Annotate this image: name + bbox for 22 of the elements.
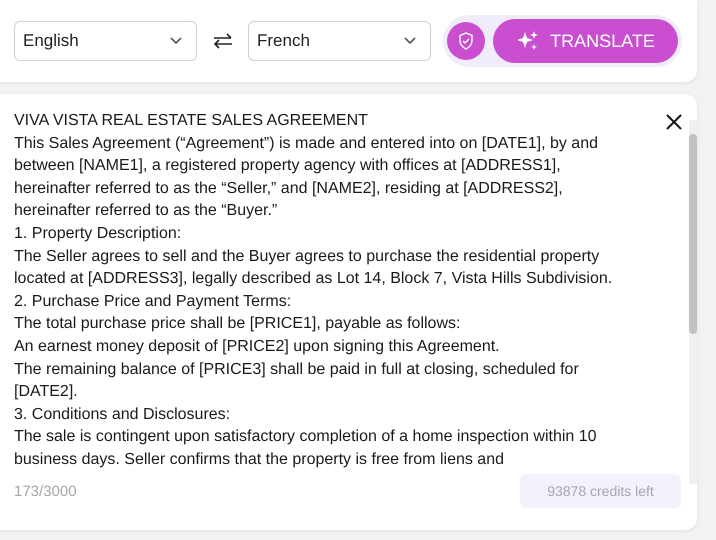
paragraph: This Sales Agreement (“Agreement”) is made and entered into on [DATE1], by and between [NAME1], a registered property agency with offices at [ADDRESS1], hereinafter referred to as the “Seller,” and [NAME2], residing at [ADDRESS2], hereinafter referred to as the “Buyer.” — [14, 134, 599, 222]
target-language-dropdown[interactable]: French — [248, 21, 431, 61]
source-language-dropdown[interactable]: English — [14, 21, 197, 61]
paragraph: The Seller agrees to sell and the Buyer agrees to purchase the residential property located at [ADDRESS3], legally described as Lot 14, Block 7, Vista Hills Subdivision. — [14, 246, 614, 290]
shield-check-icon — [458, 32, 474, 50]
paragraph: VIVA VISTA REAL ESTATE SALES AGREEMENT — [14, 111, 369, 131]
shield-button[interactable] — [447, 22, 485, 60]
paragraph: The sale is contingent upon satisfactory completion of a home inspection within 10 business days. Seller confirms that the property is free from liens and — [14, 427, 598, 470]
character-count: 173/3000 — [14, 482, 77, 500]
swap-arrows-icon — [212, 32, 234, 50]
credits-badge: 93878 credits left — [520, 474, 681, 508]
chevron-down-icon — [170, 37, 182, 45]
paragraph: 3. Conditions and Disclosures: — [14, 404, 232, 425]
paragraph: 1. Property Description: — [14, 224, 182, 244]
chevron-down-icon — [404, 37, 416, 45]
paragraph: 2. Purchase Price and Payment Terms: — [14, 292, 292, 312]
close-icon[interactable] — [665, 114, 684, 132]
scrollbar-thumb[interactable] — [689, 134, 698, 334]
paragraph: The total purchase price shall be [PRICE1], payable as follows: — [14, 314, 462, 334]
translate-button[interactable]: TRANSLATE — [493, 19, 678, 63]
paragraph: The remaining balance of [PRICE3] shall be paid in full at closing, scheduled for [DATE2]. — [14, 360, 580, 402]
paragraph: An earnest money deposit of [PRICE2] upon signing this Agreement. — [14, 336, 501, 357]
